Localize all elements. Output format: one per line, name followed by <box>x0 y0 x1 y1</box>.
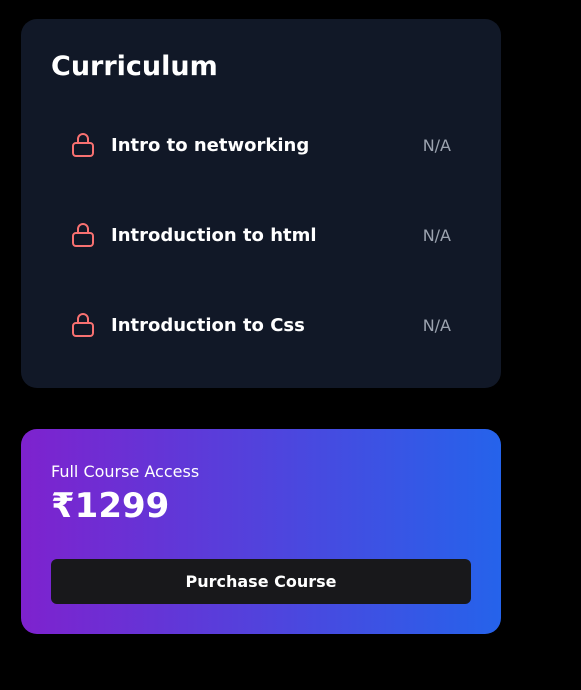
purchase-card: Full Course Access ₹1299 Purchase Course <box>21 429 501 634</box>
lesson-item[interactable]: Intro to networking N/A <box>71 130 451 160</box>
access-label: Full Course Access <box>51 462 200 481</box>
course-price: ₹1299 <box>51 486 170 526</box>
lesson-status: N/A <box>422 225 451 245</box>
lesson-title: Introduction to html <box>111 224 317 246</box>
lesson-title: Introduction to Css <box>111 314 305 336</box>
lesson-title: Intro to networking <box>111 134 310 156</box>
curriculum-title: Curriculum <box>51 51 218 82</box>
lock-icon <box>71 312 95 338</box>
lock-icon <box>71 132 95 158</box>
lock-icon <box>71 222 95 248</box>
lesson-status: N/A <box>422 315 451 335</box>
purchase-course-button[interactable]: Purchase Course <box>51 559 471 604</box>
lesson-status: N/A <box>422 135 451 155</box>
lesson-item[interactable]: Introduction to Css N/A <box>71 310 451 340</box>
lesson-item[interactable]: Introduction to html N/A <box>71 220 451 250</box>
curriculum-card: Curriculum Intro to networking N/A Intro… <box>21 19 501 388</box>
